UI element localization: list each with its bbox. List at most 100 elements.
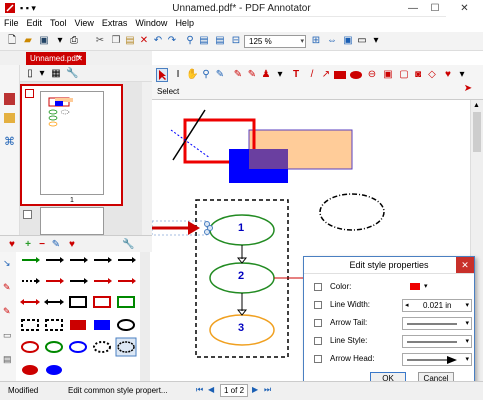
favorites-dropdown-icon[interactable]: ▾ [456, 69, 468, 81]
menu-help[interactable]: Help [171, 17, 198, 29]
zoom-out-icon[interactable]: ⊟ [230, 35, 242, 47]
line-width-checkbox[interactable] [314, 301, 322, 309]
line-style-select[interactable]: ▾ [402, 335, 472, 348]
eraser-tool-icon[interactable]: ✎ [246, 69, 258, 81]
next-page-icon[interactable]: ▶ [252, 385, 258, 394]
redo-icon[interactable]: ↷ [166, 35, 178, 47]
text-tool-icon[interactable]: T [290, 69, 302, 81]
save-icon[interactable]: ▣ [38, 35, 50, 47]
pen-icon[interactable]: ✎ [50, 239, 62, 251]
zoom-tool-icon[interactable]: ⚲ [200, 69, 212, 81]
favorites-scrollbar[interactable] [140, 252, 150, 382]
arrow-tool-icon[interactable]: ↘ [3, 258, 11, 269]
color-checkbox[interactable] [314, 283, 322, 291]
menu-tool[interactable]: Tool [46, 17, 71, 29]
dropdown-icon[interactable]: ▾ [36, 68, 48, 80]
measure-tool-icon[interactable]: ◇ [426, 69, 438, 81]
link-tool-icon[interactable]: ⊖ [366, 69, 378, 81]
attachment-icon[interactable]: ⌘ [4, 135, 15, 148]
stamp-dropdown-icon[interactable]: ▾ [274, 69, 286, 81]
highlighter-tool-icon[interactable]: ✎ [3, 306, 11, 317]
chevron-down-icon[interactable]: ▾ [465, 355, 469, 363]
find-icon[interactable]: ⚲ [184, 35, 196, 47]
line-tool-icon[interactable]: / [306, 69, 318, 81]
remove-icon[interactable]: − [36, 239, 48, 251]
favorites-heart-icon[interactable]: ♥ [442, 69, 454, 81]
fit-width-icon[interactable]: ⇔ [326, 35, 338, 47]
last-page-icon[interactable]: ⏭ [264, 385, 271, 395]
page-indicator[interactable]: 1 of 2 [220, 384, 249, 397]
prev-page-icon[interactable]: ▤ [198, 35, 210, 47]
save-dropdown-icon[interactable]: ▾ [54, 35, 66, 47]
color-swatch[interactable] [410, 283, 420, 290]
arrow-head-checkbox[interactable] [314, 355, 322, 363]
arrow-tail-checkbox[interactable] [314, 319, 322, 327]
menu-file[interactable]: File [0, 17, 23, 29]
hand-tool-icon[interactable]: ✋ [186, 69, 198, 81]
marker-tool-icon[interactable]: ✎ [3, 282, 11, 293]
copy-icon[interactable]: ❐ [110, 35, 122, 47]
maximize-button[interactable]: ☐ [424, 0, 446, 17]
arrow-head-select[interactable]: ▾ [402, 353, 472, 366]
toolbar-dropdown-icon[interactable]: ▾ [370, 35, 382, 47]
menu-extras[interactable]: Extras [98, 17, 132, 29]
zoom-select[interactable]: 125 % ▾ [244, 35, 306, 48]
heart-dropdown-icon[interactable]: ♥ [66, 239, 78, 251]
chevron-down-icon[interactable]: ▾ [465, 301, 469, 309]
chevron-down-icon[interactable]: ▾ [465, 319, 469, 327]
paste-icon[interactable]: ▤ [124, 35, 136, 47]
tab-close-icon[interactable]: ✕ [76, 52, 83, 65]
pen-tool-icon[interactable]: ✎ [214, 69, 226, 81]
menu-view[interactable]: View [71, 17, 98, 29]
rectangle-tool-icon[interactable] [334, 71, 346, 79]
line-style-checkbox[interactable] [314, 337, 322, 345]
menu-window[interactable]: Window [131, 17, 171, 29]
ellipse-tool-icon[interactable] [350, 71, 362, 79]
wrench-icon[interactable]: 🔧 [66, 68, 78, 80]
image-tool-icon[interactable]: ▣ [382, 69, 394, 81]
minimize-button[interactable]: — [402, 0, 424, 17]
add-icon[interactable]: + [22, 239, 34, 251]
shape-tool-icon[interactable]: ▭ [3, 330, 12, 341]
close-button[interactable]: ✕ [446, 0, 483, 17]
fit-page-icon[interactable]: ▣ [342, 35, 354, 47]
next-page-icon[interactable]: ▤ [214, 35, 226, 47]
print-icon[interactable]: ⎙ [68, 35, 80, 47]
wrench-icon[interactable]: 🔧 [122, 239, 134, 251]
thumbnail-scrollbar[interactable] [142, 82, 152, 235]
dialog-close-button[interactable]: ✕ [456, 257, 474, 273]
color-dropdown-icon[interactable]: ▾ [424, 282, 428, 290]
tab-document[interactable]: Unnamed.pdf* ✕ [26, 52, 86, 65]
scroll-up-icon[interactable]: ▲ [473, 102, 480, 109]
comment-tool-icon[interactable]: ▢ [398, 69, 410, 81]
style-swatches[interactable] [18, 252, 140, 382]
heart-icon[interactable]: ♥ [6, 239, 18, 251]
new-icon[interactable]: 🗋 [6, 35, 18, 47]
full-screen-icon[interactable]: ▭ [356, 35, 368, 47]
text-select-icon[interactable]: I [172, 69, 184, 81]
cut-icon[interactable]: ✂ [94, 35, 106, 47]
page-icon[interactable]: ▯ [24, 68, 36, 80]
camera-tool-icon[interactable]: ◙ [412, 69, 424, 81]
folder-icon[interactable] [4, 113, 15, 123]
scroll-thumb[interactable] [473, 112, 481, 152]
zoom-in-icon[interactable]: ⊞ [310, 35, 322, 47]
page-thumbnail-2[interactable] [40, 207, 104, 235]
delete-icon[interactable]: ✕ [138, 35, 150, 47]
highlight-tool-icon[interactable]: ✎ [232, 69, 244, 81]
select-tool-icon[interactable] [156, 68, 168, 82]
stamp-tool-icon[interactable]: ▤ [3, 354, 12, 365]
page-checkbox-2[interactable] [23, 210, 32, 219]
prev-page-icon[interactable]: ◀ [208, 385, 214, 394]
page-checkbox-1[interactable] [25, 89, 34, 98]
arrow-line-icon[interactable]: ↗ [320, 69, 332, 81]
line-width-input[interactable]: ◂ 0.021 in ▾ [402, 299, 472, 312]
pointer-icon[interactable]: ➤ [462, 83, 474, 95]
menu-edit[interactable]: Edit [23, 17, 47, 29]
bookmark-icon[interactable] [4, 93, 15, 105]
decrement-icon[interactable]: ◂ [405, 301, 409, 309]
undo-icon[interactable]: ↶ [152, 35, 164, 47]
first-page-icon[interactable]: ⏮ [196, 385, 203, 395]
open-folder-icon[interactable]: ▰ [22, 35, 34, 47]
page-thumbnail-1[interactable]: 1 [20, 84, 123, 206]
